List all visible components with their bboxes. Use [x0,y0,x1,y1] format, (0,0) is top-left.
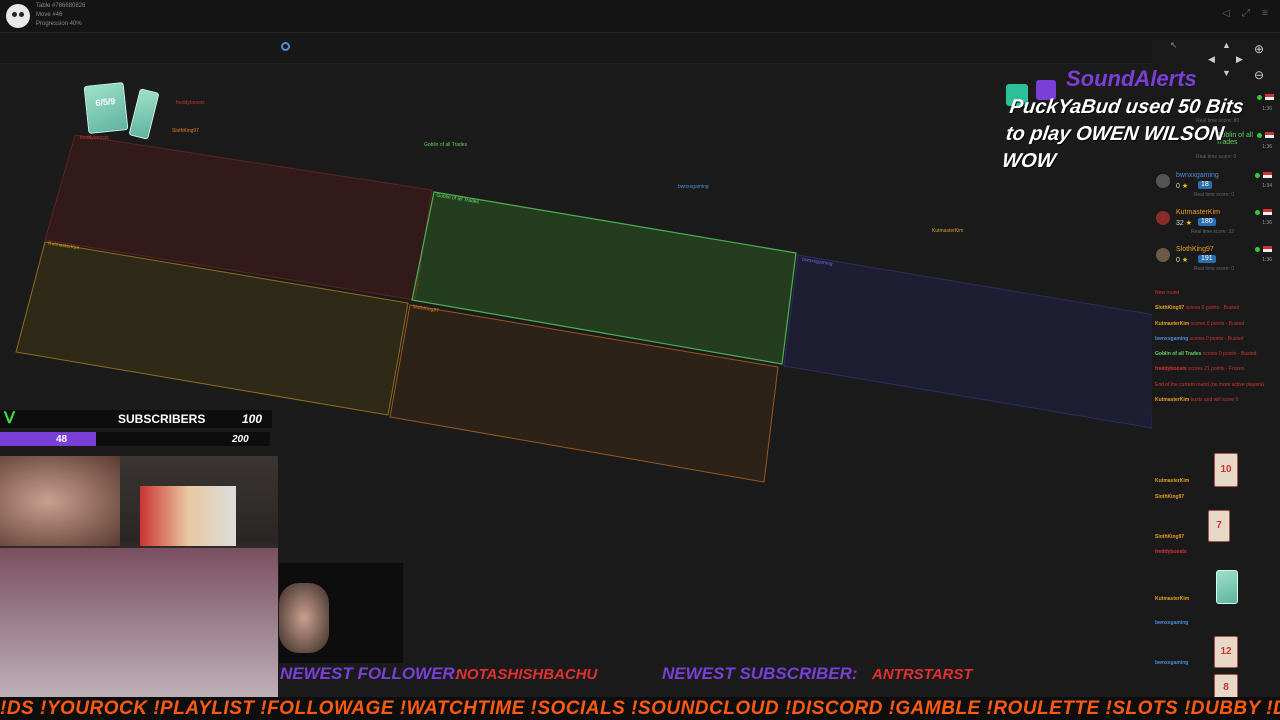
top-bar [0,0,1280,33]
speaker-muted-icon[interactable]: ◁ [1222,9,1232,19]
webcam-main [0,456,278,698]
deal-name: freddyboosts [1155,549,1187,555]
newest-follower-label: NEWEST FOLLOWER: [280,664,461,683]
zone-label-freddyboosts: freddyboosts [80,135,109,141]
deal-name: bwnxxgaming [1155,620,1189,626]
player-card[interactable]: 6/5/9 [83,82,129,134]
streamer-face [0,456,120,546]
arrow-up-left-icon[interactable]: ↖ [1170,40,1178,51]
app-logo[interactable] [6,4,30,28]
couch [0,548,278,698]
deal-name: bwnxxgaming [1155,660,1189,666]
player-row-bwnxxgaming[interactable]: bwnxxgaming 0 ★ 18 1:34 Real time score:… [1156,172,1276,206]
fullscreen-icon[interactable]: ⤢ [1242,9,1252,19]
card-10: 10 [1214,453,1238,487]
player-row-slothking[interactable]: SlothKing97 0 ★ 191 1:36 Real time score… [1156,246,1276,280]
subgoal-target: 100 [242,412,263,426]
deal-name: KutmasterKim [1155,478,1190,484]
alert-title: SoundAlerts [1066,66,1197,91]
alert-message: PuckYaBud used 50 Bits to play OWEN WILS… [1000,96,1246,172]
player-score: 0 ★ [1176,183,1189,190]
avatar [1156,211,1170,225]
game-log: New round SlothKing97 scores 0 points - … [1155,290,1264,403]
skateboards [140,486,236,546]
hand-label-bwnxxgaming: bwnxxgaming [678,184,709,190]
hand-label-slothking: SlothKing97 [172,128,199,134]
avatar [1156,248,1170,262]
avatar [1156,174,1170,188]
newest-subscriber-name: ANTRSTARST [872,666,973,683]
subgoal-current: 48 [56,434,68,445]
subgoal-label: SUBSCRIBERS [118,412,206,426]
zoom-out-icon[interactable]: ⊖ [1254,68,1264,82]
arrow-down-icon[interactable]: ▼ [1222,68,1231,78]
zoom-in-icon[interactable]: ⊕ [1254,42,1264,56]
card-12: 12 [1214,636,1238,668]
hand-label-kutmasterkim: KutmasterKim [932,228,964,234]
player-row-kutmasterkim[interactable]: KutmasterKim 32 ★ 180 1:36 Real time sco… [1156,209,1276,243]
newest-subscriber-label: NEWEST SUBSCRIBER: [662,664,858,683]
player-score: 32 ★ [1176,220,1193,227]
table-id: Table #786680826 [36,3,86,9]
arrow-left-icon[interactable]: ◀ [1208,54,1215,65]
subgoal-bar-target: 200 [232,434,249,445]
settings-gear-icon[interactable] [281,42,290,51]
zone-bwnxxgaming [783,254,1156,429]
hand-label-freddyboosts: freddyboosts [176,100,205,106]
card-teal [1216,570,1238,604]
deal-name: SlothKing97 [1155,534,1185,540]
commands-ticker: !DS !YOUROCK !PLAYLIST !FOLLOWAGE !WATCH… [0,697,1280,720]
card-7: 7 [1208,510,1230,542]
progression-text: Progression 40% [36,21,82,27]
subgoal-bar-fill [0,432,96,446]
arrow-right-icon[interactable]: ▶ [1236,54,1243,65]
deal-name: KutmasterKim [1155,596,1190,602]
player-score: 0 ★ [1176,257,1189,264]
newest-follower-name: NOTASHISHBACHU [456,666,598,683]
move-number: Move #46 [36,12,63,18]
menu-icon[interactable]: ≡ [1262,9,1272,19]
hand-label-goblin: Goblin of all Trades [424,142,468,148]
deal-name: SlothKing97 [1155,494,1185,500]
top-icons: ◁ ⤢ ≡ [1222,9,1272,19]
subgoal-logo: Ⅴ [4,410,15,427]
arrow-up-icon[interactable]: ▲ [1222,40,1231,50]
webcam-hand [279,563,403,663]
